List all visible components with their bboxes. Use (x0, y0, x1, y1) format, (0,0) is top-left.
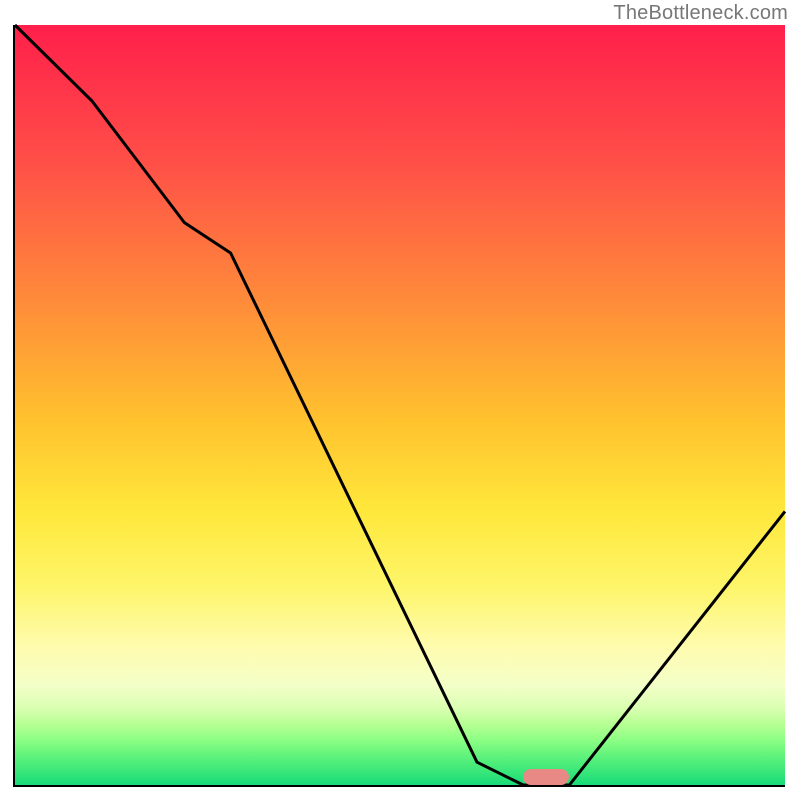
bottleneck-curve (15, 25, 785, 785)
x-axis-line (13, 785, 785, 787)
y-axis-line (13, 25, 15, 785)
curve-path (15, 25, 785, 785)
optimal-range-marker (523, 769, 569, 785)
chart-container: TheBottleneck.com (0, 0, 800, 800)
watermark-text: TheBottleneck.com (613, 2, 788, 25)
